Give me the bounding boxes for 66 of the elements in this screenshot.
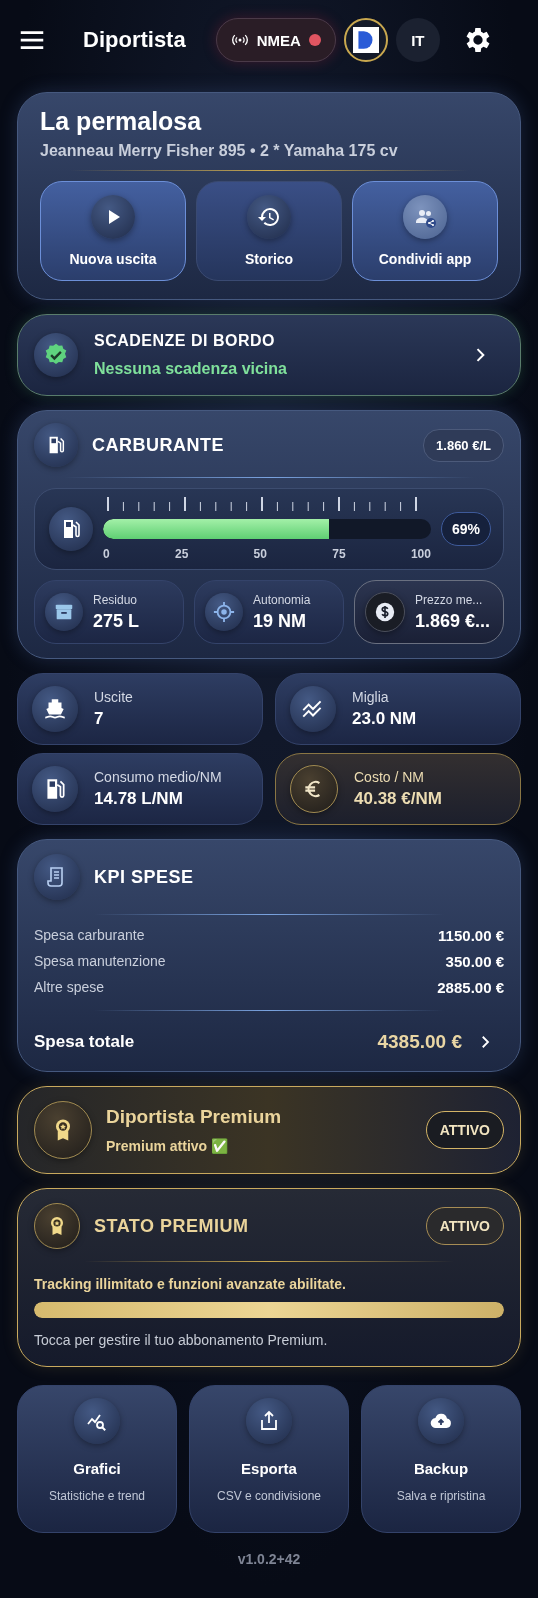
tool-title: Esporta bbox=[241, 1460, 297, 1477]
tool-subtitle: Statistiche e trend bbox=[48, 1489, 146, 1503]
deadlines-card[interactable]: SCADENZE DI BORDO Nessuna scadenza vicina bbox=[17, 314, 521, 396]
scale-label: 25 bbox=[174, 547, 189, 561]
status-badge: ATTIVO bbox=[425, 1111, 504, 1149]
boat-name: La permalosa bbox=[40, 107, 203, 136]
version-label: v1.0.2+42 bbox=[236, 1551, 302, 1567]
expense-label: Altre spese bbox=[34, 979, 105, 996]
premium-title: Diportista Premium bbox=[106, 1106, 283, 1128]
scale-label: 0 bbox=[103, 547, 110, 561]
tool-card[interactable]: Esporta CSV e condivisione bbox=[189, 1385, 349, 1533]
nmea-button[interactable]: NMEA bbox=[215, 18, 336, 62]
price-chip: 1.860 €/L bbox=[423, 428, 504, 462]
stat-label: Consumo medio/NM bbox=[94, 769, 222, 785]
dollar-icon bbox=[374, 601, 396, 623]
metric-value: 19 NM bbox=[253, 610, 307, 632]
total-label: Spesa totale bbox=[34, 1032, 136, 1052]
section-title: CARBURANTE bbox=[92, 434, 225, 456]
action-button[interactable]: Nuova uscita bbox=[40, 181, 186, 281]
tool-card[interactable]: Backup Salva e ripristina bbox=[361, 1385, 521, 1533]
deadlines-title: SCADENZE DI BORDO bbox=[94, 332, 276, 350]
stat-label: Costo / NM bbox=[354, 769, 425, 785]
metric-value: 1.869 €... bbox=[415, 610, 491, 632]
section-title: STATO PREMIUM bbox=[94, 1215, 250, 1237]
logo-button[interactable] bbox=[343, 18, 388, 62]
stat-label: Miglia bbox=[352, 689, 390, 705]
tool-subtitle: Salva e ripristina bbox=[396, 1489, 486, 1503]
expense-value: 350.00 € bbox=[445, 953, 504, 970]
language-button[interactable]: IT bbox=[395, 18, 440, 62]
premium-status-card[interactable]: STATO PREMIUM ATTIVO Tracking illimitato e funzioni avanzate abilitate. Tocca per gestire il tuo abbonamento Premium. bbox=[17, 1188, 521, 1367]
action-button[interactable]: Condividi app bbox=[352, 181, 498, 281]
target-icon bbox=[213, 601, 235, 623]
stat-value: 23.0 NM bbox=[352, 709, 417, 729]
scale-label: 100 bbox=[410, 547, 431, 561]
expense-value: 1150.00 € bbox=[438, 927, 504, 944]
total-value: 4385.00 € bbox=[377, 1031, 462, 1053]
premium-card[interactable]: Diportista Premium Premium attivo ✅ ATTIVO bbox=[17, 1086, 521, 1174]
boat-details: Jeanneau Merry Fisher 895 • 2 * Yamaha 175 cv bbox=[40, 142, 399, 160]
history-icon bbox=[257, 205, 281, 229]
stat-value: 7 bbox=[94, 709, 105, 729]
stat-value: 14.78 L/NM bbox=[94, 789, 184, 809]
tool-card[interactable]: Grafici Statistiche e trend bbox=[17, 1385, 177, 1533]
premium-hint: Tocca per gestire il tuo abbonamento Premium. bbox=[34, 1332, 329, 1348]
deadlines-status: Nessuna scadenza vicina bbox=[94, 360, 288, 378]
expense-value: 2885.00 € bbox=[437, 979, 504, 996]
stat-label: Uscite bbox=[94, 689, 133, 705]
action-button[interactable]: Storico bbox=[196, 181, 342, 281]
premium-subtitle: Premium attivo ✅ bbox=[106, 1138, 230, 1154]
tool-title: Grafici bbox=[73, 1460, 121, 1477]
premium-description: Tracking illimitato e funzioni avanzate abilitate. bbox=[34, 1276, 347, 1292]
expense-label: Spesa manutenzione bbox=[34, 953, 166, 970]
percent-badge: 69% bbox=[440, 512, 491, 546]
tool-subtitle: CSV e condivisione bbox=[216, 1489, 322, 1503]
scale-label: 50 bbox=[253, 547, 267, 561]
metric-label: Residuo bbox=[93, 592, 139, 607]
scale-label: 75 bbox=[332, 547, 346, 561]
stat-value: 40.38 €/NM bbox=[354, 789, 442, 809]
tool-title: Backup bbox=[413, 1460, 469, 1477]
expense-label: Spesa carburante bbox=[34, 927, 145, 944]
section-title: KPI SPESE bbox=[94, 866, 194, 888]
app-title: Diportista bbox=[83, 27, 186, 53]
metric-value: 275 L bbox=[93, 610, 140, 632]
metric-label: Autonomia bbox=[253, 592, 311, 607]
status-badge: ATTIVO bbox=[425, 1207, 504, 1245]
metric-label: Prezzo me... bbox=[415, 592, 484, 607]
app-logo-icon bbox=[352, 27, 379, 53]
